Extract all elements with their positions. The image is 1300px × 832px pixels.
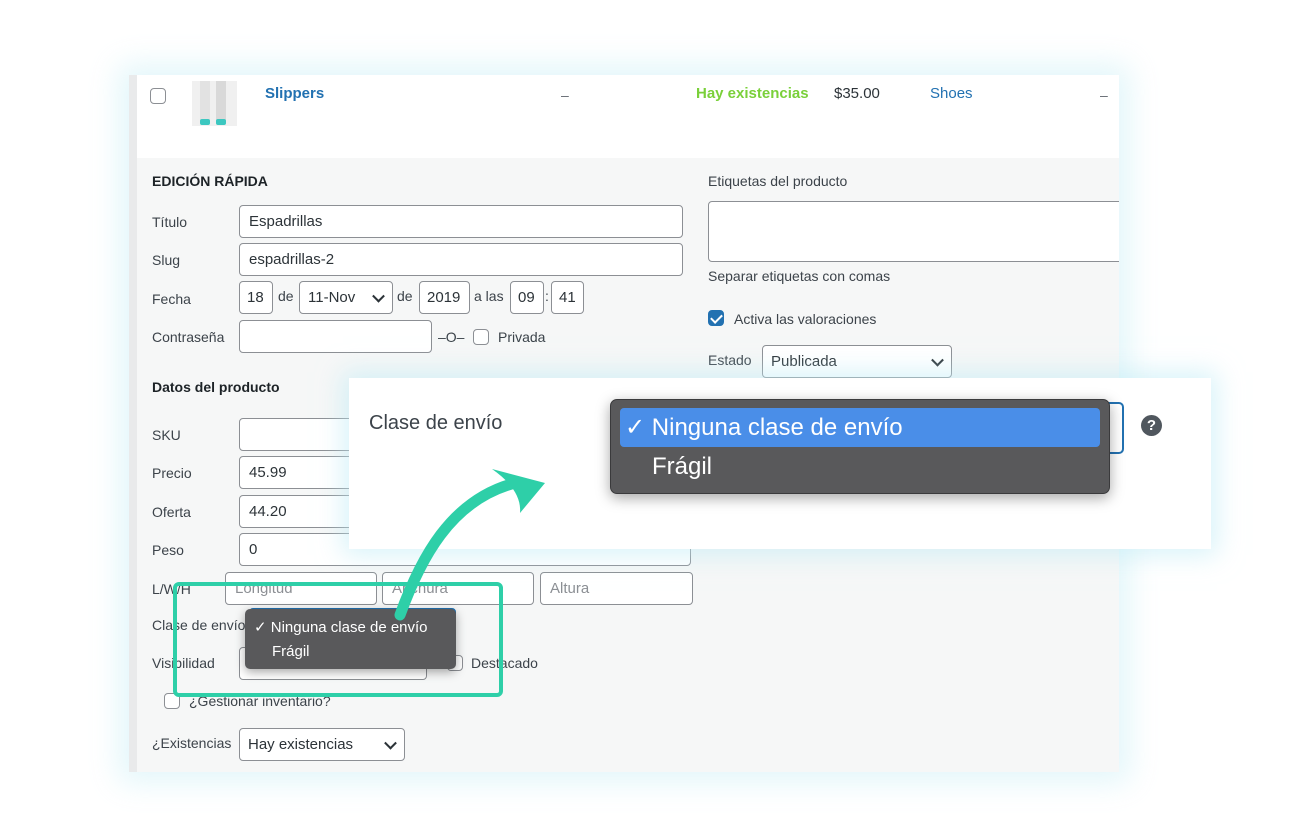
privada-label: Privada	[498, 329, 546, 345]
product-row: Slippers – Hay existencias $35.00 Shoes …	[137, 75, 1119, 158]
sku-label: SKU	[152, 427, 181, 443]
valoraciones-checkbox[interactable]	[708, 310, 724, 326]
password-input[interactable]	[239, 320, 432, 353]
zoom-clase-label: Clase de envío	[369, 412, 503, 434]
month-value: 11-Nov	[308, 289, 356, 306]
product-tags: –	[1100, 87, 1108, 103]
option-label: Frágil	[652, 453, 713, 480]
chevron-down-icon	[384, 736, 397, 750]
minute-input[interactable]: 41	[551, 281, 584, 314]
de-label-2: de	[397, 288, 413, 304]
altura-input[interactable]: Altura	[540, 572, 693, 605]
help-icon[interactable]: ?	[1141, 415, 1162, 436]
panel-edge	[129, 75, 137, 772]
month-select[interactable]: 11-Nov	[299, 281, 393, 314]
product-thumbnail	[192, 81, 237, 126]
year-input[interactable]: 2019	[419, 281, 470, 314]
highlight-frame	[173, 582, 503, 697]
de-label-1: de	[278, 288, 294, 304]
contrasena-label: Contraseña	[152, 329, 225, 345]
tags-textarea[interactable]	[708, 201, 1119, 262]
privada-checkbox[interactable]	[473, 329, 489, 345]
existencias-value: Hay existencias	[248, 736, 354, 753]
product-price: $35.00	[834, 85, 880, 102]
valoraciones-label: Activa las valoraciones	[734, 311, 877, 327]
peso-label: Peso	[152, 542, 184, 558]
zoom-option-ninguna[interactable]: ✓ Ninguna clase de envío	[625, 413, 903, 442]
a-las-label: a las	[474, 288, 504, 304]
estado-label: Estado	[708, 352, 752, 368]
day-input[interactable]: 18	[239, 281, 273, 314]
fecha-label: Fecha	[152, 291, 191, 307]
titulo-label: Título	[152, 214, 188, 230]
etiquetas-label: Etiquetas del producto	[708, 173, 848, 189]
hour-input[interactable]: 09	[510, 281, 544, 314]
quick-edit-heading: EDICIÓN RÁPIDA	[152, 173, 268, 189]
time-colon: :	[545, 288, 549, 304]
zoom-shipping-menu: ✓ Ninguna clase de envío Frágil	[610, 399, 1110, 494]
option-label: Ninguna clase de envío	[651, 414, 903, 441]
estado-select[interactable]: Publicada	[762, 345, 952, 378]
chevron-down-icon	[931, 353, 944, 367]
zoom-option-fragil[interactable]: Frágil	[652, 453, 712, 481]
titulo-input[interactable]: Espadrillas	[239, 205, 683, 238]
existencias-label: ¿Existencias	[152, 735, 232, 751]
slug-input[interactable]: espadrillas-2	[239, 243, 683, 276]
estado-value: Publicada	[771, 353, 837, 370]
slug-label: Slug	[152, 252, 181, 268]
product-data-heading: Datos del producto	[152, 379, 280, 395]
stock-status: Hay existencias	[696, 85, 809, 102]
row-checkbox[interactable]	[150, 88, 166, 104]
precio-label: Precio	[152, 465, 192, 481]
or-separator: –O–	[438, 329, 465, 345]
tags-help: Separar etiquetas con comas	[708, 268, 891, 284]
check-icon: ✓	[625, 414, 646, 441]
product-category-link[interactable]: Shoes	[930, 85, 973, 102]
chevron-down-icon	[372, 289, 385, 303]
oferta-label: Oferta	[152, 504, 191, 520]
product-sku: –	[561, 87, 569, 103]
existencias-select[interactable]: Hay existencias	[239, 728, 405, 761]
product-name-link[interactable]: Slippers	[265, 85, 324, 102]
